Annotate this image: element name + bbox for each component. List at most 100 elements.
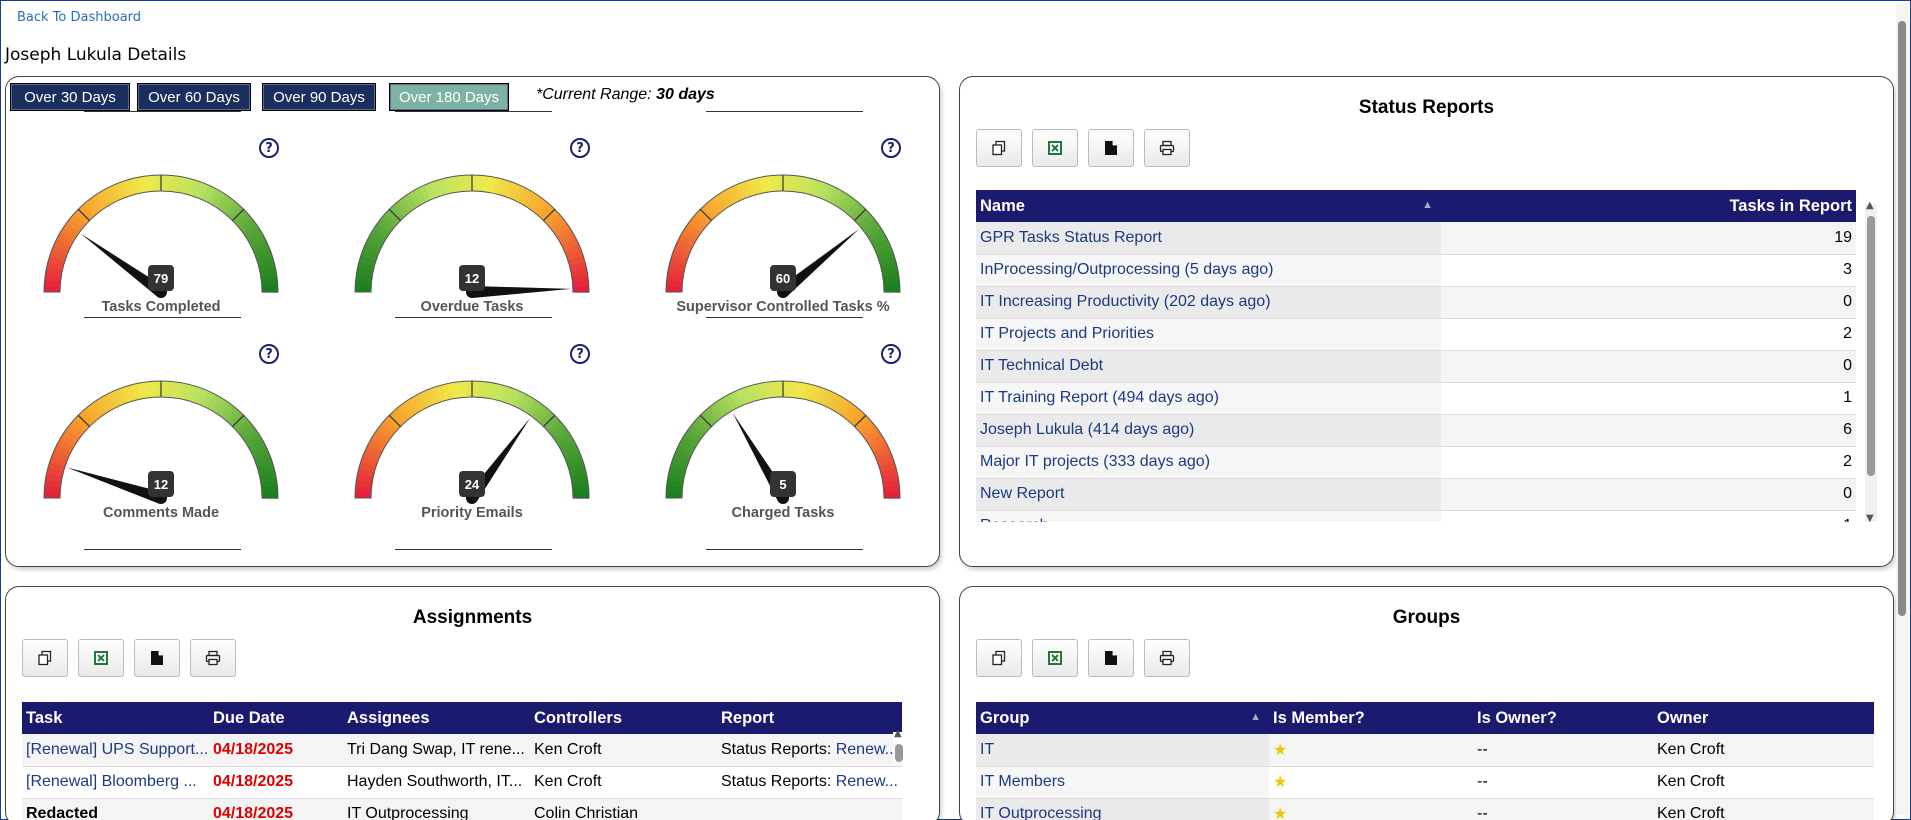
help-icon[interactable]: ? [570, 344, 590, 364]
col-task-header[interactable]: Task [22, 702, 209, 734]
help-icon[interactable]: ? [259, 344, 279, 364]
table-row[interactable]: InProcessing/Outprocessing (5 days ago) … [976, 254, 1856, 287]
tasks-count-cell: 1 [1441, 382, 1856, 415]
range-30-button[interactable]: Over 30 Days [10, 83, 130, 111]
status-reports-table-wrap: Name ▲ Tasks in Report GPR Tasks Status … [976, 190, 1864, 522]
scroll-up-icon[interactable]: ▲ [1866, 200, 1874, 211]
is-member-cell: ★ [1269, 766, 1473, 799]
report-name-cell: Joseph Lukula (414 days ago) [976, 414, 1441, 447]
status-scroll-thumb[interactable] [1867, 216, 1875, 476]
gauge-tasks-completed: ? 79 Tasks Completed [36, 111, 316, 327]
report-link[interactable]: GPR Tasks Status Report [980, 229, 1162, 246]
assignments-panel: Assignments Task Due Date Assignees Cont… [5, 586, 940, 820]
pdf-button[interactable] [1088, 639, 1134, 677]
assignments-scrollbar[interactable]: ▲ [893, 728, 905, 762]
gauge-label: Overdue Tasks [420, 299, 524, 315]
table-row[interactable]: IT Technical Debt 0 [976, 350, 1856, 383]
range-180-button[interactable]: Over 180 Days [389, 83, 509, 111]
help-icon[interactable]: ? [881, 138, 901, 158]
report-link[interactable]: IT Projects and Priorities [980, 325, 1154, 342]
range-90-button[interactable]: Over 90 Days [262, 83, 376, 111]
copy-button[interactable] [976, 129, 1022, 167]
report-link[interactable]: IT Training Report (494 days ago) [980, 389, 1219, 406]
col-name-header[interactable]: Name ▲ [976, 190, 1441, 222]
report-link[interactable]: Renew... [836, 773, 898, 790]
col-member-header[interactable]: Is Member? [1269, 702, 1473, 734]
col-controllers-header[interactable]: Controllers [530, 702, 717, 734]
table-row[interactable]: [Renewal] UPS Support... 04/18/2025 Tri D… [22, 734, 902, 767]
page-scroll-thumb[interactable] [1898, 21, 1906, 616]
report-link[interactable]: Research [980, 517, 1048, 522]
col-report-header[interactable]: Report [717, 702, 902, 734]
report-link[interactable]: IT Technical Debt [980, 357, 1103, 374]
assignees-cell: Hayden Southworth, IT... [343, 766, 530, 799]
report-cell: Status Reports: Renew... [717, 766, 902, 799]
table-row[interactable]: IT Increasing Productivity (202 days ago… [976, 286, 1856, 319]
col-owner-header[interactable]: Owner [1653, 702, 1874, 734]
tasks-count-cell: 2 [1441, 446, 1856, 479]
table-row[interactable]: Major IT projects (333 days ago) 2 [976, 446, 1856, 479]
current-range-value: 30 days [656, 86, 715, 103]
gauges-panel: Over 30 Days Over 60 Days Over 90 Days O… [5, 76, 940, 567]
gauge-value: 12 [148, 471, 174, 497]
report-name-cell: IT Training Report (494 days ago) [976, 382, 1441, 415]
pdf-button[interactable] [1088, 129, 1134, 167]
help-icon[interactable]: ? [259, 138, 279, 158]
tasks-count-cell: 19 [1441, 222, 1856, 255]
table-row[interactable]: IT ★ -- Ken Croft [976, 734, 1874, 767]
help-icon[interactable]: ? [881, 344, 901, 364]
excel-button[interactable] [1032, 129, 1078, 167]
group-name-cell: IT Outprocessing [976, 798, 1269, 820]
report-link[interactable]: Renew... [836, 741, 898, 758]
group-name-cell: IT [976, 734, 1269, 767]
col-group-header[interactable]: Group ▲ [976, 702, 1269, 734]
scroll-up-icon[interactable]: ▲ [894, 728, 902, 739]
scroll-down-icon[interactable]: ▼ [1866, 513, 1874, 524]
col-assignees-header[interactable]: Assignees [343, 702, 530, 734]
copy-button[interactable] [976, 639, 1022, 677]
table-row[interactable]: IT Members ★ -- Ken Croft [976, 766, 1874, 799]
gauge-top-rule [84, 317, 241, 318]
table-row[interactable]: IT Projects and Priorities 2 [976, 318, 1856, 351]
report-link[interactable]: Joseph Lukula (414 days ago) [980, 421, 1194, 438]
task-cell: [Renewal] UPS Support... [22, 734, 209, 767]
col-owner-flag-header[interactable]: Is Owner? [1473, 702, 1653, 734]
table-row[interactable]: [Renewal] Bloomberg ... 04/18/2025 Hayden… [22, 766, 902, 799]
status-scrollbar[interactable]: ▲ ▼ [1865, 200, 1877, 524]
table-row[interactable]: IT Outprocessing ★ -- Ken Croft [976, 798, 1874, 820]
excel-button[interactable] [78, 639, 124, 677]
tasks-count-cell: 0 [1441, 350, 1856, 383]
table-row[interactable]: Redacted 04/18/2025 IT Outprocessing Coli… [22, 798, 902, 820]
owner-cell: Ken Croft [1653, 766, 1874, 799]
task-cell: [Renewal] Bloomberg ... [22, 766, 209, 799]
task-link[interactable]: [Renewal] UPS Support... [26, 741, 208, 758]
report-link[interactable]: Major IT projects (333 days ago) [980, 453, 1210, 470]
table-row[interactable]: New Report 0 [976, 478, 1856, 511]
table-row[interactable]: GPR Tasks Status Report 19 [976, 222, 1856, 255]
gauge-comments-made: ? 12 Comments Made [36, 317, 316, 533]
controllers-cell: Ken Croft [530, 766, 717, 799]
report-link[interactable]: New Report [980, 485, 1064, 502]
assignments-scroll-thumb[interactable] [895, 744, 903, 762]
print-button[interactable] [1144, 129, 1190, 167]
task-link[interactable]: [Renewal] Bloomberg ... [26, 773, 197, 790]
excel-button[interactable] [1032, 639, 1078, 677]
report-link[interactable]: IT Increasing Productivity (202 days ago… [980, 293, 1271, 310]
pdf-button[interactable] [134, 639, 180, 677]
report-link[interactable]: InProcessing/Outprocessing (5 days ago) [980, 261, 1273, 278]
copy-button[interactable] [22, 639, 68, 677]
page-scrollbar[interactable] [1896, 3, 1908, 815]
help-icon[interactable]: ? [570, 138, 590, 158]
star-icon: ★ [1273, 741, 1288, 759]
tasks-count-cell: 1 [1441, 510, 1856, 522]
col-due-header[interactable]: Due Date [209, 702, 343, 734]
print-button[interactable] [1144, 639, 1190, 677]
table-row[interactable]: Joseph Lukula (414 days ago) 6 [976, 414, 1856, 447]
back-to-dashboard-link[interactable]: Back To Dashboard [17, 10, 141, 25]
table-row[interactable]: Research 1 [976, 510, 1856, 522]
table-row[interactable]: IT Training Report (494 days ago) 1 [976, 382, 1856, 415]
document-icon [1104, 140, 1118, 156]
range-60-button[interactable]: Over 60 Days [137, 83, 251, 111]
col-tasks-header[interactable]: Tasks in Report [1441, 190, 1856, 222]
print-button[interactable] [190, 639, 236, 677]
